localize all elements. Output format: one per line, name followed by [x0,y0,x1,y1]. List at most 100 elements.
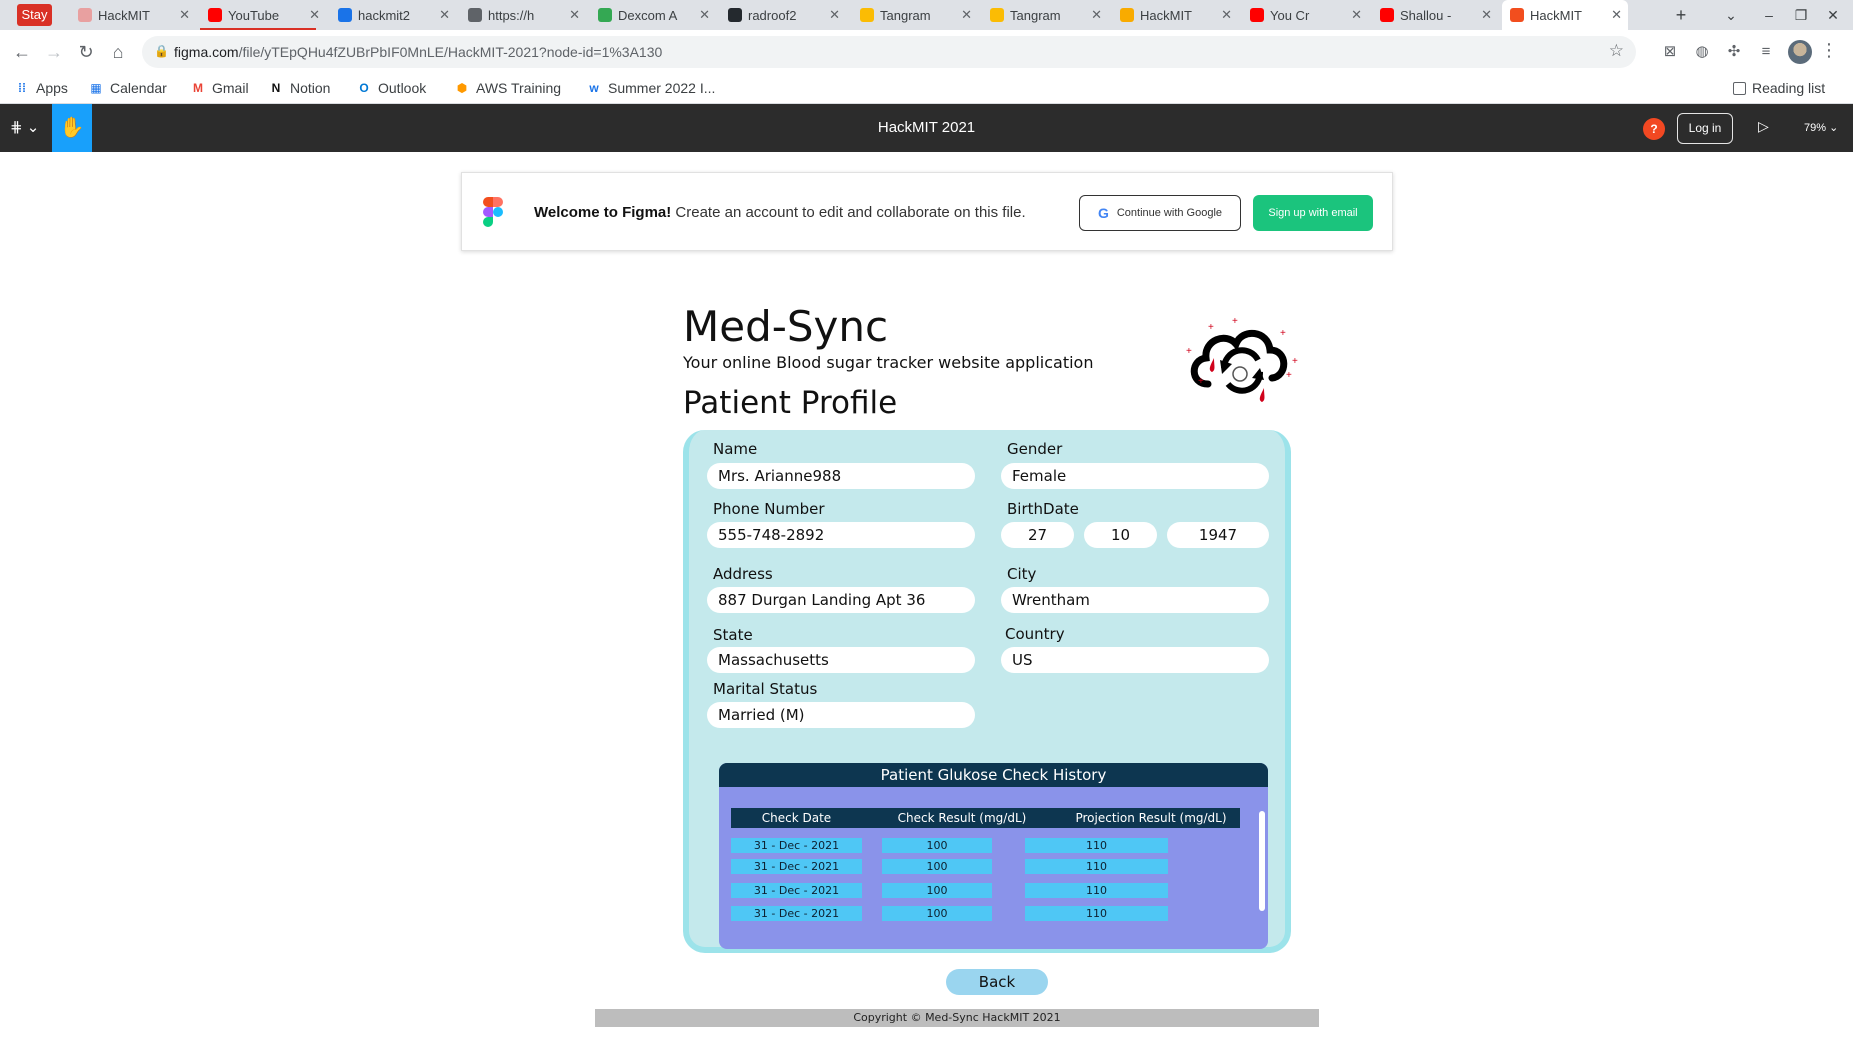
sign-up-email-button[interactable]: Sign up with email [1253,195,1373,231]
present-play-icon[interactable]: ▷ [1758,118,1769,135]
stay-extension-badge[interactable]: Stay [17,4,52,26]
browser-tab[interactable]: Tangram ✕ [852,2,978,28]
url-input[interactable]: 🔒 figma.com/file/yTEpQHu4fZUBrPbIF0MnLE/… [142,36,1636,68]
app-subtitle: Your online Blood sugar tracker website … [683,353,1094,372]
extensions-puzzle-icon[interactable]: ✣ [1724,42,1744,62]
birthdate-day-field[interactable]: 27 [1001,522,1074,548]
zoom-dropdown[interactable]: 79% ⌄ [1804,121,1838,134]
close-window-icon[interactable]: ✕ [1822,4,1844,26]
tab-favicon-icon [468,8,482,22]
browser-tab[interactable]: radroof2 ✕ [720,2,846,28]
bookmark-label: Summer 2022 I... [608,80,716,96]
zoom-value: 79% [1804,122,1827,134]
footer-copyright: Copyright © Med-Sync HackMIT 2021 [595,1009,1319,1027]
bookmark-item[interactable]: w Summer 2022 I... [586,80,715,96]
tab-search-icon[interactable]: ⌄ [1720,4,1742,26]
browser-tab[interactable]: Tangram ✕ [982,2,1108,28]
lock-icon: 🔒 [154,44,169,58]
bookmarks-bar: ⁞⁞ Apps ▦ Calendar M Gmail N Notion O Outlook ⬢ AWS… [0,74,1853,104]
extension-circle-icon[interactable]: ◍ [1692,42,1712,62]
phone-field[interactable]: 555-748-2892 [707,522,975,548]
gender-label: Gender [1007,440,1063,458]
svg-text:+: + [1198,376,1204,387]
column-header-check-result: Check Result (mg/dL) [862,808,1062,828]
w-icon: w [589,81,599,95]
tab-close-icon[interactable]: ✕ [961,7,972,23]
bookmark-star-icon[interactable]: ☆ [1609,41,1624,61]
svg-text:+: + [1208,322,1214,333]
figma-logo-icon [483,197,503,227]
back-button[interactable]: Back [946,969,1048,995]
tab-close-icon[interactable]: ✕ [569,7,580,23]
med-sync-cloud-logo-icon: + + + + + + + [1186,316,1298,402]
bookmark-item[interactable]: ⬢ AWS Training [454,80,561,96]
browser-tab-strip: Stay HackMIT ✕ YouTube ✕ hackmit2 ✕ https://h ✕… [0,0,1853,30]
birthdate-year-field[interactable]: 1947 [1167,522,1269,548]
reload-icon[interactable]: ↻ [74,40,98,64]
bookmark-item[interactable]: N Notion [268,80,331,96]
tab-close-icon[interactable]: ✕ [699,7,710,23]
city-field[interactable]: Wrentham [1001,587,1269,613]
tab-close-icon[interactable]: ✕ [829,7,840,23]
tab-favicon-icon [598,8,612,22]
new-tab-button[interactable]: + [1670,4,1692,26]
browser-tab[interactable]: Dexcom A ✕ [590,2,716,28]
column-header-projection: Projection Result (mg/dL) [1062,808,1240,828]
phone-label: Phone Number [713,500,825,518]
name-field[interactable]: Mrs. Arianne988 [707,463,975,489]
browser-tab[interactable]: YouTube ✕ [200,2,326,28]
tab-favicon-icon [78,8,92,22]
gmail-icon: M [193,81,203,95]
tab-close-icon[interactable]: ✕ [1091,7,1102,23]
url-host: figma.com [174,44,239,60]
welcome-message: Welcome to Figma! Create an account to e… [534,204,1026,221]
bookmark-item[interactable]: ⁞⁞ Apps [14,80,68,96]
country-label: Country [1005,625,1065,643]
tab-close-icon[interactable]: ✕ [439,7,450,23]
tab-close-icon[interactable]: ✕ [1221,7,1232,23]
tab-close-icon[interactable]: ✕ [1351,7,1362,23]
tab-title: HackMIT [1530,7,1582,23]
bookmark-item[interactable]: M Gmail [190,80,249,96]
profile-avatar[interactable] [1788,40,1812,64]
forward-arrow-icon[interactable]: → [42,40,66,64]
state-field[interactable]: Massachusetts [707,647,975,673]
bookmark-item[interactable]: ▦ Calendar [88,80,167,96]
browser-tab[interactable]: HackMIT ✕ [70,2,196,28]
back-arrow-icon[interactable]: ← [10,40,34,64]
tab-close-icon[interactable]: ✕ [1481,7,1492,23]
bookmark-item[interactable]: O Outlook [356,80,426,96]
tab-close-icon[interactable]: ✕ [1611,7,1622,23]
reading-list-button[interactable]: Reading list [1733,80,1825,96]
cell-check-result: 100 [882,883,992,898]
browser-tab[interactable]: HackMIT ✕ [1502,0,1628,30]
address-field[interactable]: 887 Durgan Landing Apt 36 [707,587,975,613]
extension-k-icon[interactable]: ⊠ [1660,42,1680,62]
tab-title: radroof2 [748,7,797,23]
cell-check-result: 100 [882,906,992,921]
home-icon[interactable]: ⌂ [106,40,130,64]
browser-menu-icon[interactable]: ⋮ [1820,40,1838,61]
media-control-icon[interactable]: ≡ [1756,42,1776,62]
calendar-icon: ▦ [90,81,102,95]
browser-tab[interactable]: Shallou - ✕ [1372,2,1498,28]
continue-with-google-button[interactable]: G Continue with Google [1079,195,1241,231]
browser-tab[interactable]: hackmit2 ✕ [330,2,456,28]
history-scrollbar[interactable] [1259,811,1265,911]
login-button[interactable]: Log in [1677,113,1733,144]
tab-close-icon[interactable]: ✕ [179,7,190,23]
tab-close-icon[interactable]: ✕ [309,7,320,23]
figma-canvas: Welcome to Figma! Create an account to e… [0,152,1853,1053]
browser-tab[interactable]: https://h ✕ [460,2,586,28]
help-icon[interactable]: ? [1643,118,1665,140]
birthdate-month-field[interactable]: 10 [1084,522,1157,548]
restore-icon[interactable]: ❐ [1790,4,1812,26]
browser-tab[interactable]: HackMIT ✕ [1112,2,1238,28]
apps-grid-icon: ⁞⁞ [18,81,26,95]
country-field[interactable]: US [1001,647,1269,673]
gender-field[interactable]: Female [1001,463,1269,489]
google-icon: G [1097,205,1109,221]
browser-tab[interactable]: You Cr ✕ [1242,2,1368,28]
minimize-icon[interactable]: – [1758,4,1780,26]
marital-status-field[interactable]: Married (M) [707,702,975,728]
